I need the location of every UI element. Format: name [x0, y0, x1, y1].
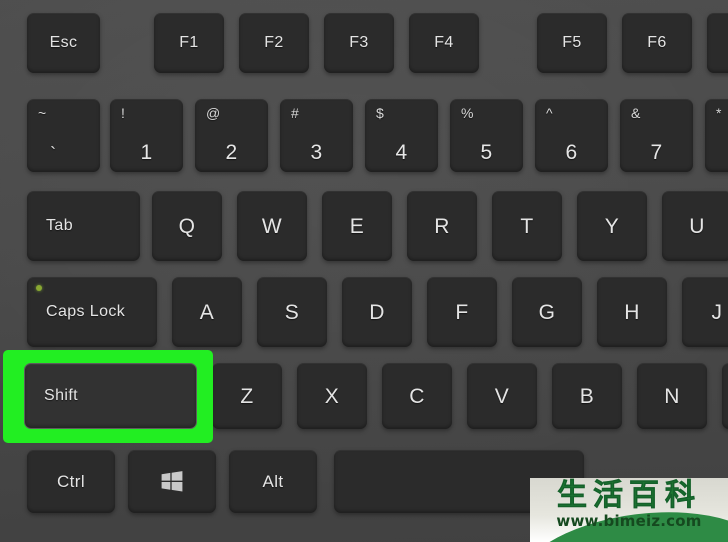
key-4[interactable]: $4 [365, 99, 438, 172]
key-f2[interactable]: F2 [239, 13, 309, 73]
key-2[interactable]: @2 [195, 99, 268, 172]
key-primary-symbol: 5 [480, 141, 493, 164]
key-label: Tab [46, 217, 73, 234]
key-label: Esc [49, 34, 78, 51]
key-a[interactable]: A [172, 277, 242, 347]
key-j[interactable]: J [682, 277, 728, 347]
key-t[interactable]: T [492, 191, 562, 261]
key-6[interactable]: ^ 6 [535, 99, 608, 172]
key-label: N [664, 384, 680, 408]
key-s[interactable]: S [257, 277, 327, 347]
caps-lock-led-icon [36, 285, 42, 291]
key-label: Y [604, 214, 620, 238]
key-label: C [409, 384, 425, 408]
keyboard-screenshot: EscF1F2F3F4F5F6F7~`!1@2#3$4%5^6&7*8TabQW… [0, 0, 728, 542]
key-label: J [711, 300, 723, 324]
windows-key[interactable] [128, 450, 216, 513]
key-y[interactable]: Y [577, 191, 647, 261]
key-label: F4 [434, 34, 454, 51]
key-shift-symbol: ~ [38, 105, 47, 121]
key-label: F5 [562, 34, 582, 51]
key-primary-symbol: 4 [395, 141, 408, 164]
key-label: Alt [262, 472, 284, 491]
key-backtick[interactable]: ~ ` [27, 99, 100, 172]
key-label: G [538, 300, 556, 324]
key-label: S [284, 300, 300, 324]
key-b[interactable]: B [552, 363, 622, 429]
key-tab[interactable]: Tab [27, 191, 140, 261]
key-f[interactable]: F [427, 277, 497, 347]
key-shift-symbol: @ [206, 105, 221, 121]
key-label: X [324, 384, 340, 408]
key-label: H [624, 300, 640, 324]
key-5[interactable]: % 5 [450, 99, 523, 172]
key-u[interactable]: U [662, 191, 728, 261]
key-r[interactable]: R [407, 191, 477, 261]
key-primary-symbol: 6 [565, 141, 578, 164]
key-ctrl[interactable]: Ctrl [27, 450, 115, 513]
key-h[interactable]: H [597, 277, 667, 347]
key-primary-symbol: ` [50, 144, 57, 164]
key-d[interactable]: D [342, 277, 412, 347]
key-label: U [689, 214, 705, 238]
key-label: Z [240, 384, 254, 408]
key-q[interactable]: Q [152, 191, 222, 261]
key-shift-symbol: * [716, 105, 722, 121]
key-esc[interactable]: Esc [27, 13, 100, 73]
key-shift-symbol: % [461, 105, 474, 121]
watermark-site-name: 生活百科 [557, 478, 701, 513]
key-f5[interactable]: F5 [537, 13, 607, 73]
key-shift-symbol: $ [376, 105, 385, 121]
key-label: F6 [647, 34, 667, 51]
key-label: B [579, 384, 595, 408]
key-f1[interactable]: F1 [154, 13, 224, 73]
key-f7[interactable]: F7 [707, 13, 728, 73]
key-primary-symbol: 2 [225, 141, 238, 164]
key-label: E [349, 214, 365, 238]
key-label: W [261, 214, 283, 238]
key-7[interactable]: & 7 [620, 99, 693, 172]
key-w[interactable]: W [237, 191, 307, 261]
key-shift-symbol: # [291, 105, 300, 121]
key-label: Shift [44, 387, 79, 404]
key-label: F1 [179, 34, 199, 51]
key-shift-symbol: & [631, 105, 641, 121]
key-primary-symbol: 3 [310, 141, 323, 164]
key-label: T [520, 214, 534, 238]
key-primary-symbol: 7 [650, 141, 663, 164]
key-shift-symbol: ^ [546, 105, 553, 121]
key-label: F [455, 300, 469, 324]
key-caps-lock[interactable]: Caps Lock [27, 277, 157, 347]
key-label: Ctrl [56, 472, 86, 491]
key-c[interactable]: C [382, 363, 452, 429]
key-1[interactable]: ! 1 [110, 99, 183, 172]
key-primary-symbol: 1 [140, 141, 153, 164]
key-g[interactable]: G [512, 277, 582, 347]
key-z[interactable]: Z [212, 363, 282, 429]
key-shift[interactable]: Shift [24, 363, 197, 429]
key-label: D [369, 300, 385, 324]
key-f4[interactable]: F4 [409, 13, 479, 73]
watermark-url: www.bimeiz.com [556, 512, 702, 530]
key-label: F2 [264, 34, 284, 51]
key-x[interactable]: X [297, 363, 367, 429]
key-label: Caps Lock [46, 303, 126, 320]
key-8[interactable]: *8 [705, 99, 728, 172]
key-label: Q [178, 214, 196, 238]
key-label: F3 [349, 34, 369, 51]
key-f6[interactable]: F6 [622, 13, 692, 73]
key-m[interactable]: M [722, 363, 728, 429]
key-label: V [494, 384, 510, 408]
key-e[interactable]: E [322, 191, 392, 261]
key-label: A [199, 300, 215, 324]
watermark: 生活百科 www.bimeiz.com [530, 478, 728, 542]
key-shift-symbol: ! [121, 105, 126, 121]
key-3[interactable]: #3 [280, 99, 353, 172]
key-f3[interactable]: F3 [324, 13, 394, 73]
windows-logo-icon [161, 471, 183, 492]
key-v[interactable]: V [467, 363, 537, 429]
key-alt[interactable]: Alt [229, 450, 317, 513]
key-label: R [434, 214, 450, 238]
key-n[interactable]: N [637, 363, 707, 429]
